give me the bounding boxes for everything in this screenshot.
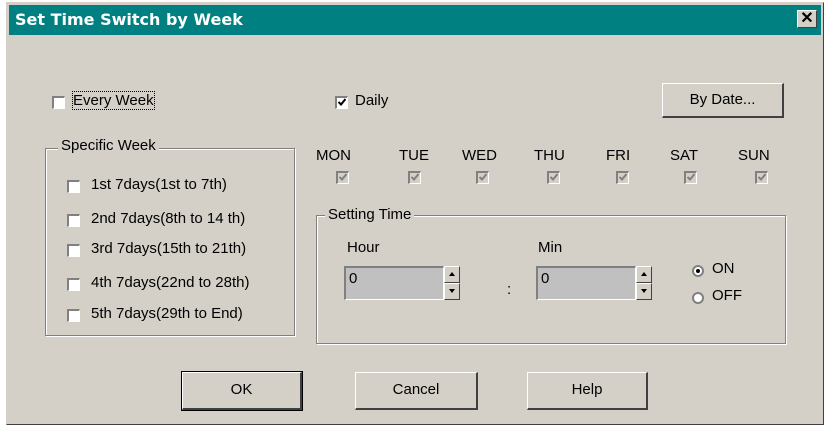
day-checkbox-wed[interactable] bbox=[476, 171, 489, 184]
ok-button[interactable]: OK bbox=[181, 371, 303, 411]
arrow-up-icon bbox=[449, 272, 455, 276]
window-title: Set Time Switch by Week bbox=[15, 10, 243, 29]
day-label-thu: THU bbox=[534, 147, 565, 164]
day-label-sun: SUN bbox=[738, 147, 770, 164]
arrow-down-icon bbox=[641, 289, 647, 293]
checkmark-icon bbox=[619, 173, 627, 181]
checkmark-icon bbox=[338, 98, 346, 106]
hour-label: Hour bbox=[347, 239, 380, 256]
week-3-label[interactable]: 3rd 7days(15th to 21th) bbox=[91, 240, 246, 257]
day-checkbox-sun[interactable] bbox=[755, 171, 768, 184]
checkmark-icon bbox=[687, 173, 695, 181]
time-separator: : bbox=[507, 281, 512, 298]
min-label: Min bbox=[538, 239, 563, 256]
hour-spinner[interactable] bbox=[444, 266, 460, 300]
week-1-checkbox[interactable] bbox=[67, 180, 80, 193]
min-spinner[interactable] bbox=[636, 266, 652, 300]
hour-spin-down-button[interactable] bbox=[444, 283, 460, 300]
hour-spin-up-button[interactable] bbox=[444, 266, 460, 283]
cancel-button[interactable]: Cancel bbox=[355, 372, 478, 410]
close-button[interactable]: ✕ bbox=[797, 10, 817, 28]
hour-input[interactable]: 0 bbox=[344, 266, 444, 300]
week-1-label[interactable]: 1st 7days(1st to 7th) bbox=[91, 176, 227, 193]
week-4-checkbox[interactable] bbox=[67, 278, 80, 291]
day-checkbox-fri[interactable] bbox=[616, 171, 629, 184]
on-label[interactable]: ON bbox=[712, 260, 735, 277]
every-week-label[interactable]: Every Week bbox=[72, 91, 155, 110]
min-spin-down-button[interactable] bbox=[636, 283, 652, 300]
day-label-wed: WED bbox=[462, 147, 497, 164]
off-label[interactable]: OFF bbox=[712, 287, 742, 304]
arrow-down-icon bbox=[449, 289, 455, 293]
week-5-label[interactable]: 5th 7days(29th to End) bbox=[91, 305, 243, 322]
title-bar[interactable]: Set Time Switch by Week ✕ bbox=[9, 5, 821, 35]
day-checkbox-sat[interactable] bbox=[684, 171, 697, 184]
day-label-sat: SAT bbox=[670, 147, 699, 164]
set-time-switch-dialog: Set Time Switch by Week ✕ Every Week Dai… bbox=[6, 2, 824, 425]
by-date-button[interactable]: By Date... bbox=[662, 83, 784, 118]
on-radio[interactable] bbox=[692, 265, 704, 277]
specific-week-title: Specific Week bbox=[58, 137, 159, 154]
week-5-checkbox[interactable] bbox=[67, 309, 80, 322]
day-checkbox-mon[interactable] bbox=[336, 171, 349, 184]
day-checkbox-thu[interactable] bbox=[547, 171, 560, 184]
week-2-checkbox[interactable] bbox=[67, 214, 80, 227]
day-label-fri: FRI bbox=[606, 147, 631, 164]
min-spin-up-button[interactable] bbox=[636, 266, 652, 283]
checkmark-icon bbox=[339, 173, 347, 181]
arrow-up-icon bbox=[641, 272, 647, 276]
day-label-tue: TUE bbox=[399, 147, 429, 164]
help-button[interactable]: Help bbox=[527, 372, 648, 410]
checkmark-icon bbox=[550, 173, 558, 181]
off-radio[interactable] bbox=[692, 292, 704, 304]
week-3-checkbox[interactable] bbox=[67, 244, 80, 257]
checkmark-icon bbox=[758, 173, 766, 181]
day-label-mon: MON bbox=[316, 147, 351, 164]
week-4-label[interactable]: 4th 7days(22nd to 28th) bbox=[91, 274, 249, 291]
setting-time-title: Setting Time bbox=[325, 206, 415, 223]
week-2-label[interactable]: 2nd 7days(8th to 14 th) bbox=[91, 210, 245, 227]
day-checkbox-tue[interactable] bbox=[408, 171, 421, 184]
checkmark-icon bbox=[479, 173, 487, 181]
checkmark-icon bbox=[411, 173, 419, 181]
daily-label[interactable]: Daily bbox=[355, 92, 388, 109]
daily-checkbox[interactable] bbox=[335, 96, 348, 109]
min-input[interactable]: 0 bbox=[536, 266, 636, 300]
every-week-checkbox[interactable] bbox=[52, 96, 65, 109]
